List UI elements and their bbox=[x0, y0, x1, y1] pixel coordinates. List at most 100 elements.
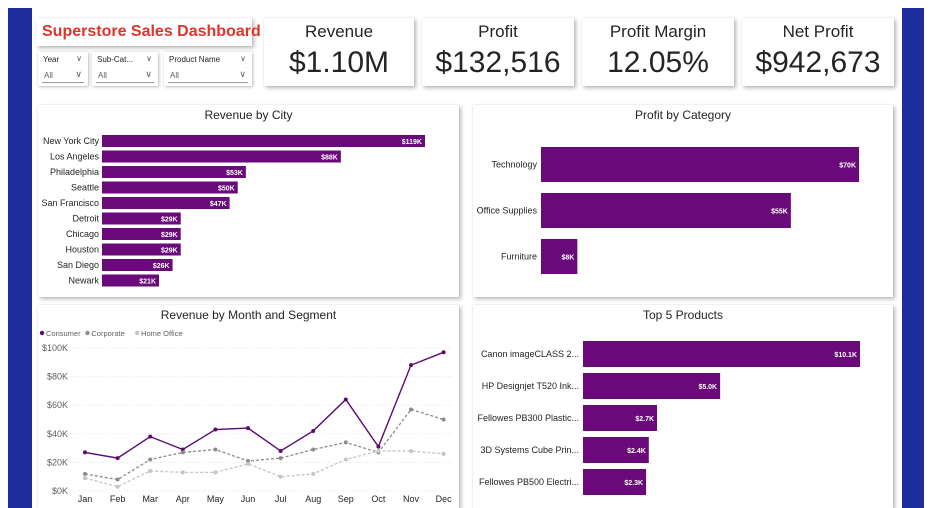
y-tick-label: $100K bbox=[42, 343, 68, 353]
series-point bbox=[441, 417, 446, 422]
chevron-down-icon[interactable]: ∨ bbox=[146, 54, 152, 63]
series-point bbox=[83, 471, 87, 476]
city-category-label: Philadelphia bbox=[50, 167, 99, 177]
city-data-label: $47K bbox=[210, 201, 227, 208]
net-profit-kpi-card: Net Profit $942,673 bbox=[742, 18, 894, 86]
series-point bbox=[246, 426, 250, 431]
year-dropdown-value: All bbox=[44, 71, 53, 80]
year-slicer-label: Year bbox=[43, 55, 60, 64]
series-point bbox=[278, 448, 283, 453]
series-point bbox=[180, 450, 185, 455]
city-data-label: $119K bbox=[402, 139, 422, 146]
x-tick-label: Mar bbox=[142, 494, 158, 504]
series-point bbox=[213, 470, 218, 475]
profit-margin-kpi-value: 12.05% bbox=[607, 46, 709, 79]
chevron-down-icon[interactable]: ∨ bbox=[76, 54, 82, 63]
top-products-chart: Canon imageCLASS 2... $10.1K HP Designjet … bbox=[477, 341, 860, 495]
product-data-label: $5.0K bbox=[698, 384, 717, 391]
product-category-label: 3D Systems Cube Prin... bbox=[480, 445, 579, 455]
series-point bbox=[311, 447, 316, 452]
legend-marker bbox=[85, 330, 90, 336]
year-slicer[interactable]: Year ∨ All ∨ bbox=[38, 52, 88, 86]
y-tick-label: $60K bbox=[47, 400, 68, 410]
right-accent-bar bbox=[902, 8, 924, 508]
product-category-label: HP Designjet T520 Ink... bbox=[482, 381, 579, 391]
subcategory-dropdown-value: All bbox=[98, 71, 107, 80]
category-bar bbox=[541, 193, 791, 228]
series-point bbox=[180, 470, 185, 475]
series-point bbox=[311, 471, 316, 476]
product-data-label: $2.4K bbox=[627, 448, 646, 455]
city-data-label: $50K bbox=[218, 186, 235, 193]
series-point bbox=[376, 448, 381, 453]
x-tick-label: Oct bbox=[371, 494, 386, 504]
x-tick-label: Nov bbox=[403, 494, 420, 504]
city-category-label: San Francisco bbox=[41, 198, 99, 208]
year-dropdown[interactable]: All ∨ bbox=[42, 68, 84, 83]
product-data-label: $2.3K bbox=[624, 480, 643, 487]
x-tick-label: Aug bbox=[305, 494, 321, 504]
x-tick-label: Jan bbox=[78, 494, 93, 504]
city-bar bbox=[102, 166, 246, 178]
product-category-label: Canon imageCLASS 2... bbox=[481, 349, 579, 359]
x-tick-label: Apr bbox=[176, 494, 190, 504]
y-tick-label: $40K bbox=[47, 429, 68, 439]
y-tick-label: $0K bbox=[52, 486, 68, 496]
series-point bbox=[115, 484, 120, 489]
series-line bbox=[84, 351, 444, 459]
x-tick-label: Sep bbox=[338, 494, 354, 504]
top-products-panel: Top 5 Products Canon imageCLASS 2... $10.… bbox=[473, 305, 893, 508]
category-bar bbox=[541, 147, 859, 182]
revenue-by-city-panel: Revenue by City New York City $119K Los An… bbox=[38, 105, 459, 297]
product-category-label: Fellowes PB500 Electri... bbox=[479, 477, 579, 487]
series-point bbox=[148, 468, 153, 473]
city-category-label: San Diego bbox=[57, 260, 99, 270]
subcategory-slicer[interactable]: Sub-Cat... ∨ All ∨ bbox=[92, 52, 158, 86]
chevron-down-icon[interactable]: ∨ bbox=[240, 54, 246, 63]
city-category-label: Seattle bbox=[71, 183, 99, 193]
x-tick-label: Dec bbox=[436, 494, 453, 504]
profit-kpi-value: $132,516 bbox=[435, 46, 561, 79]
series-point bbox=[83, 476, 87, 481]
x-tick-label: May bbox=[207, 494, 225, 504]
series-point bbox=[115, 477, 120, 482]
legend-label: Consumer bbox=[46, 329, 81, 338]
category-data-label: $55K bbox=[771, 209, 788, 216]
series-point bbox=[343, 440, 348, 445]
revenue-kpi-card: Revenue $1.10M bbox=[264, 18, 414, 86]
series-point bbox=[148, 434, 153, 439]
revenue-kpi-value: $1.10M bbox=[288, 46, 390, 79]
series-point bbox=[115, 456, 120, 461]
product-name-slicer[interactable]: Product Name ∨ All ∨ bbox=[164, 52, 252, 86]
net-profit-kpi-label: Net Profit bbox=[782, 22, 854, 41]
profit-margin-kpi-label: Profit Margin bbox=[609, 22, 707, 41]
revenue-by-city-chart: New York City $119K Los Angeles $88K Philade… bbox=[41, 135, 425, 287]
city-data-label: $53K bbox=[226, 170, 243, 177]
net-profit-kpi-value: $942,673 bbox=[755, 46, 881, 79]
y-tick-label: $20K bbox=[47, 457, 68, 467]
product-name-dropdown-value: All bbox=[170, 71, 179, 80]
left-accent-bar bbox=[8, 8, 32, 508]
city-data-label: $29K bbox=[161, 248, 178, 255]
profit-by-category-panel: Profit by Category Technology $70K Office … bbox=[473, 105, 893, 297]
series-point bbox=[441, 350, 446, 355]
category-data-label: $70K bbox=[839, 163, 856, 170]
subcategory-dropdown[interactable]: All ∨ bbox=[96, 68, 154, 83]
category-category-label: Technology bbox=[491, 160, 537, 170]
x-tick-label: Jul bbox=[275, 494, 287, 504]
category-category-label: Furniture bbox=[501, 252, 537, 262]
series-point bbox=[343, 457, 348, 462]
series-point bbox=[83, 450, 87, 455]
revenue-kpi-label: Revenue bbox=[304, 22, 374, 41]
series-point bbox=[246, 461, 250, 466]
city-category-label: Newark bbox=[68, 276, 99, 286]
city-category-label: Houston bbox=[65, 245, 99, 255]
series-line bbox=[84, 450, 444, 488]
product-data-label: $10.1K bbox=[834, 352, 857, 359]
city-bar bbox=[102, 135, 425, 147]
product-name-dropdown[interactable]: All ∨ bbox=[168, 68, 248, 83]
series-point bbox=[409, 407, 413, 412]
city-category-label: New York City bbox=[43, 136, 100, 146]
chevron-down-icon: ∨ bbox=[75, 69, 82, 79]
series-point bbox=[148, 457, 153, 462]
